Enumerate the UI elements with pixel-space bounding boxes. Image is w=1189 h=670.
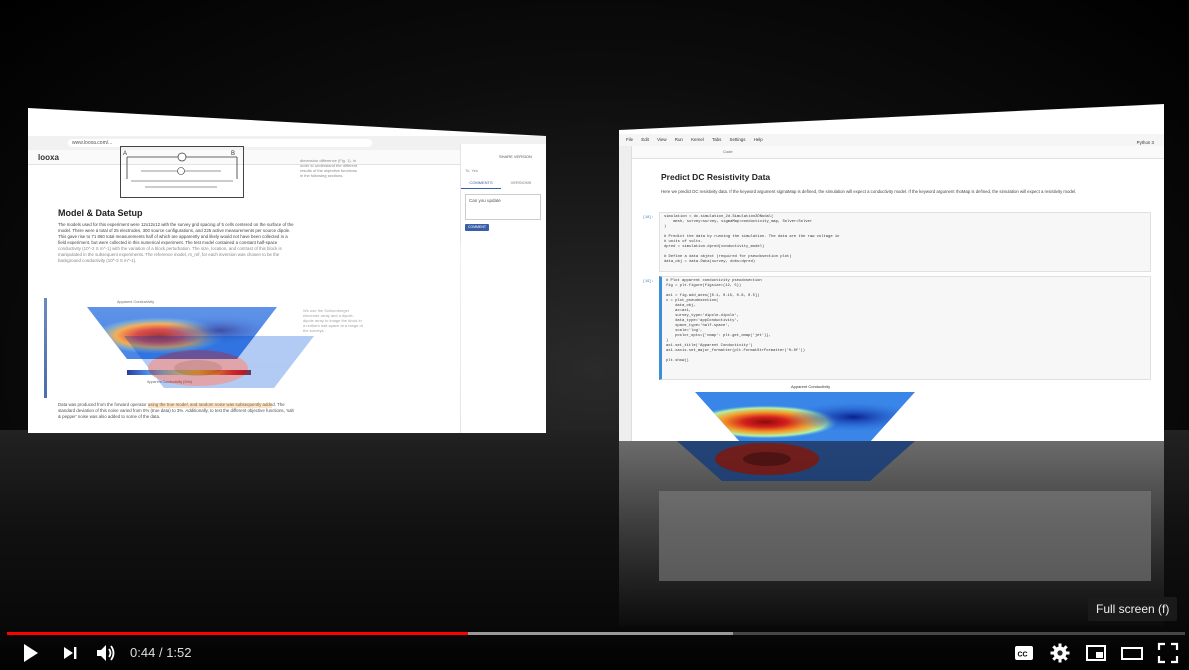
miniplayer-icon xyxy=(1086,645,1106,661)
time-separator: / xyxy=(158,645,163,660)
settings-button[interactable] xyxy=(1047,640,1073,666)
pseudosection-output xyxy=(695,392,915,441)
notebook-sidebar xyxy=(619,146,632,441)
menu-kernel[interactable]: Kernel xyxy=(691,134,704,146)
cell-prompt: [18]: xyxy=(643,216,654,220)
comments-tabs: COMMENTS VERSIONS xyxy=(461,178,546,189)
comment-recipient: To: Yes xyxy=(465,168,478,173)
svg-text:CC: CC xyxy=(1018,652,1028,659)
circuit-diagram: A B xyxy=(120,146,244,198)
fullscreen-button[interactable] xyxy=(1155,640,1181,666)
menu-run[interactable]: Run xyxy=(675,134,683,146)
miniplayer-button[interactable] xyxy=(1083,640,1109,666)
video-stage[interactable]: www.looxa.com/... looxa A B dimension di… xyxy=(0,0,1189,670)
code-cell-selected[interactable]: # Plot apparent conductivity pseudosecti… xyxy=(659,276,1151,380)
app-logo: looxa xyxy=(38,153,59,162)
menu-edit[interactable]: Edit xyxy=(641,134,649,146)
plot-title: Apparent Conductivity xyxy=(791,384,831,389)
cell-prompt: [19]: xyxy=(643,280,654,284)
fullscreen-tooltip: Full screen (f) xyxy=(1088,597,1178,621)
notebook-toolbar: Code xyxy=(619,146,1164,159)
played-bar xyxy=(7,632,468,635)
volume-button[interactable] xyxy=(93,640,119,666)
side-note: dimension difference (Fig. 1). In order … xyxy=(300,158,358,178)
right-screen-reflection xyxy=(619,441,1164,626)
tab-versions[interactable]: VERSIONS xyxy=(501,178,541,188)
left-screen-reflection xyxy=(28,244,546,434)
theater-mode-button[interactable] xyxy=(1119,640,1145,666)
menu-help[interactable]: Help xyxy=(754,134,763,146)
next-button[interactable] xyxy=(57,640,83,666)
menu-view[interactable]: View xyxy=(657,134,666,146)
play-icon xyxy=(24,644,38,662)
notebook-markdown: Here we predict DC resistivity data. If … xyxy=(661,189,1077,194)
captions-button[interactable]: CC xyxy=(1011,640,1037,666)
menu-tabs[interactable]: Tabs xyxy=(712,134,721,146)
time-display: 0:44 / 1:52 xyxy=(130,645,192,660)
gear-icon xyxy=(1050,643,1070,663)
tab-comments[interactable]: COMMENTS xyxy=(461,178,501,189)
current-time: 0:44 xyxy=(130,645,156,660)
svg-text:B: B xyxy=(231,151,235,157)
captions-icon: CC xyxy=(1015,646,1033,660)
notebook-heading: Predict DC Resistivity Data xyxy=(661,172,771,182)
menu-settings[interactable]: Settings xyxy=(730,134,746,146)
code-cell[interactable]: simulation = dc.simulation_2d.Simulation… xyxy=(659,212,1151,272)
play-button[interactable] xyxy=(17,640,43,666)
section-title: Model & Data Setup xyxy=(58,208,143,218)
svg-text:A: A xyxy=(123,151,127,157)
comment-input[interactable]: Can you update xyxy=(465,194,541,220)
right-screen-notebook: File Edit View Run Kernel Tabs Settings … xyxy=(619,104,1164,441)
skip-next-icon xyxy=(64,647,77,659)
volume-icon xyxy=(97,645,115,661)
cell-type-select[interactable]: Code xyxy=(723,149,733,154)
share-version-button[interactable]: SHARE VERSION xyxy=(499,154,532,159)
kernel-indicator: Python 3 xyxy=(1136,140,1154,145)
duration: 1:52 xyxy=(166,645,192,660)
comment-button[interactable]: COMMENT xyxy=(465,224,489,231)
theater-icon xyxy=(1121,647,1143,660)
fullscreen-icon xyxy=(1157,642,1179,664)
menu-file[interactable]: File xyxy=(626,134,633,146)
